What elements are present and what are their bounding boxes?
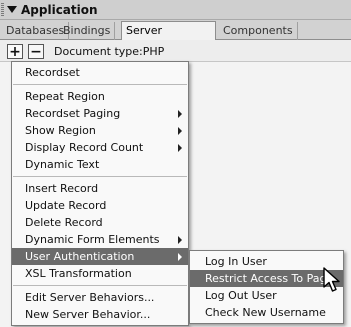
chevron-right-icon xyxy=(178,110,182,118)
menu-item-display-record-count[interactable]: Display Record Count xyxy=(12,139,188,156)
tab-server-behaviors[interactable]: Server Behaviors xyxy=(121,21,216,54)
menu-separator xyxy=(13,176,187,177)
tab-components[interactable]: Components xyxy=(219,22,298,40)
menu-item-label: Update Record xyxy=(25,199,107,212)
menu-item-label: Dynamic Form Elements xyxy=(25,233,160,246)
menu-item-label: Dynamic Text xyxy=(25,158,100,171)
menu-item-label: Display Record Count xyxy=(25,141,144,154)
menu-item-label: New Server Behavior... xyxy=(25,308,151,321)
menu-item-repeat-region[interactable]: Repeat Region xyxy=(12,88,188,105)
menu-item-recordset[interactable]: Recordset xyxy=(12,64,188,81)
menu-item-edit-server-behaviors[interactable]: Edit Server Behaviors... xyxy=(12,289,188,306)
panel-header[interactable]: Application xyxy=(0,0,351,20)
mouse-pointer-icon xyxy=(323,267,340,292)
menu-item-label: Insert Record xyxy=(25,182,99,195)
menu-item-label: Repeat Region xyxy=(25,90,105,103)
menu-item-label: Recordset xyxy=(25,66,80,79)
chevron-right-icon xyxy=(178,236,182,244)
submenu-item-log-in-user[interactable]: Log In User xyxy=(190,253,343,270)
minus-icon: − xyxy=(30,43,42,60)
menu-item-dynamic-form-elements[interactable]: Dynamic Form Elements xyxy=(12,231,188,248)
menu-item-label: Show Region xyxy=(25,124,96,137)
plus-icon: + xyxy=(9,43,21,60)
menu-item-update-record[interactable]: Update Record xyxy=(12,197,188,214)
submenu-item-label: Log In User xyxy=(205,255,267,268)
menu-item-recordset-paging[interactable]: Recordset Paging xyxy=(12,105,188,122)
chevron-right-icon xyxy=(178,144,182,152)
add-behavior-menu: Recordset Repeat Region Recordset Paging… xyxy=(11,61,189,326)
submenu-item-label: Log Out User xyxy=(205,289,277,302)
toolbar: + − Document type:PHP xyxy=(0,40,351,62)
submenu-item-restrict-access[interactable]: Restrict Access To Page xyxy=(190,270,343,287)
chevron-right-icon xyxy=(178,127,182,135)
menu-item-show-region[interactable]: Show Region xyxy=(12,122,188,139)
submenu-item-check-new-username[interactable]: Check New Username xyxy=(190,304,343,321)
menu-item-label: Edit Server Behaviors... xyxy=(25,291,155,304)
remove-behavior-button[interactable]: − xyxy=(28,44,44,59)
add-behavior-button[interactable]: + xyxy=(7,44,23,59)
submenu-item-label: Check New Username xyxy=(205,306,326,319)
menu-item-label: XSL Transformation xyxy=(25,267,132,280)
submenu-item-label: Restrict Access To Page xyxy=(205,272,334,285)
tab-bar: Databases Bindings Server Behaviors Comp… xyxy=(0,20,351,54)
menu-item-delete-record[interactable]: Delete Record xyxy=(12,214,188,231)
menu-item-dynamic-text[interactable]: Dynamic Text xyxy=(12,156,188,173)
user-authentication-submenu: Log In User Restrict Access To Page Log … xyxy=(189,250,344,324)
menu-separator xyxy=(13,285,187,286)
tab-bindings[interactable]: Bindings xyxy=(59,22,116,40)
menu-item-label: User Authentication xyxy=(25,250,135,263)
panel-title: Application xyxy=(21,2,98,17)
chevron-right-icon xyxy=(178,253,182,261)
document-type-label: Document type:PHP xyxy=(54,45,165,58)
collapse-triangle-icon[interactable] xyxy=(7,6,17,13)
menu-item-xsl-transformation[interactable]: XSL Transformation xyxy=(12,265,188,282)
menu-item-insert-record[interactable]: Insert Record xyxy=(12,180,188,197)
menu-separator xyxy=(13,84,187,85)
submenu-item-log-out-user[interactable]: Log Out User xyxy=(190,287,343,304)
grip-icon[interactable] xyxy=(1,2,4,17)
menu-item-label: Recordset Paging xyxy=(25,107,121,120)
menu-item-label: Delete Record xyxy=(25,216,103,229)
menu-item-user-authentication[interactable]: User Authentication xyxy=(12,248,188,265)
menu-item-new-server-behavior[interactable]: New Server Behavior... xyxy=(12,306,188,323)
